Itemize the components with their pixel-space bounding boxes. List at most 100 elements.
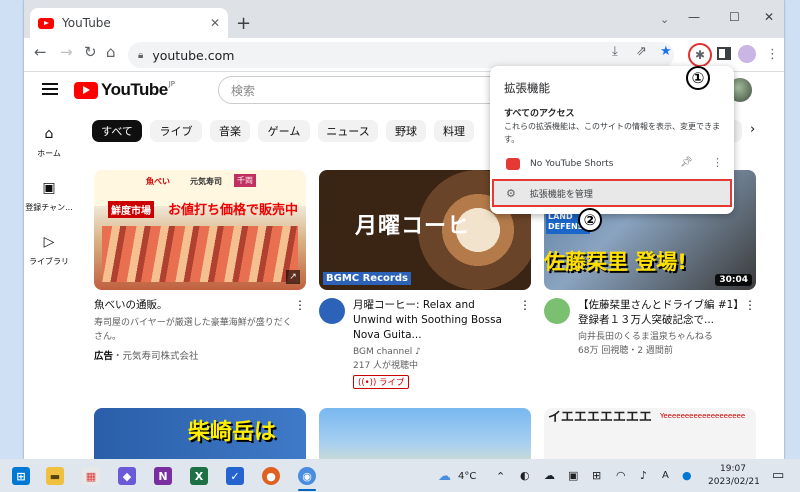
- hamburger-menu-icon[interactable]: [42, 83, 58, 95]
- notification-icon[interactable]: ▭: [772, 468, 784, 483]
- video-card-row2-1[interactable]: 柴崎岳は: [94, 408, 306, 459]
- chrome-icon[interactable]: ◉: [298, 467, 316, 485]
- channel-name[interactable]: BGM channel ♪: [353, 345, 513, 359]
- bookmark-star-icon[interactable]: ★: [660, 44, 672, 59]
- reload-icon[interactable]: ↻: [84, 45, 97, 60]
- weather-temp[interactable]: 4°C: [458, 471, 476, 482]
- chevron-up-icon[interactable]: ⌃: [496, 470, 505, 483]
- weather-icon[interactable]: ☁: [438, 469, 451, 484]
- chip-baseball[interactable]: 野球: [386, 120, 426, 142]
- todo-icon[interactable]: ✓: [226, 467, 244, 485]
- tab-search-icon[interactable]: ⌄: [660, 13, 669, 26]
- tray-photos-icon[interactable]: ▣: [568, 469, 578, 482]
- video-menu-icon[interactable]: ⋮: [294, 298, 306, 312]
- address-bar[interactable]: 🔒︎ youtube.com: [128, 42, 674, 68]
- excel-icon[interactable]: X: [190, 467, 208, 485]
- thumb-title: イエエエエエエエ: [548, 410, 652, 425]
- thumbnail[interactable]: 魚べい 元気寿司 千両 鮮度市場 お値打ち価格で販売中 ↗: [94, 170, 306, 290]
- library-icon: ▷: [43, 234, 55, 250]
- chip-all[interactable]: すべて: [92, 120, 142, 142]
- profile-avatar[interactable]: [738, 45, 756, 63]
- tray-windows-icon[interactable]: ⊞: [592, 469, 601, 482]
- maximize-icon[interactable]: ☐: [729, 10, 740, 24]
- seafood-image: [102, 226, 298, 282]
- channel-name[interactable]: 向井長田のくるま温泉ちゃんねる: [578, 330, 742, 344]
- window-close-icon[interactable]: ✕: [764, 10, 774, 24]
- side-panel-icon[interactable]: [717, 47, 731, 60]
- video-title[interactable]: 魚べいの通販。: [94, 298, 306, 313]
- firefox-icon[interactable]: ●: [262, 467, 280, 485]
- home-icon[interactable]: ⌂: [106, 45, 116, 60]
- search-input[interactable]: 検索: [218, 76, 508, 104]
- install-app-icon[interactable]: ⤓: [612, 44, 618, 59]
- chip-gaming[interactable]: ゲーム: [258, 120, 310, 142]
- extension-row[interactable]: No YouTube Shorts 📌︎ ⋮: [490, 154, 734, 176]
- copilot-icon[interactable]: ◆: [118, 467, 136, 485]
- channel-avatar[interactable]: [544, 298, 570, 324]
- wifi-icon[interactable]: ◠: [616, 469, 626, 482]
- lock-icon: 🔒︎: [138, 49, 144, 61]
- thumb-title: 佐藤栞里 登場!: [544, 250, 687, 274]
- thumbnail[interactable]: [319, 408, 531, 459]
- ad-description: 寿司屋のバイヤーが厳選した豪華海鮮が盛りだくさん。: [94, 318, 292, 342]
- forward-icon[interactable]: →: [60, 45, 73, 60]
- pin-icon[interactable]: 📌︎: [680, 157, 693, 168]
- channel-avatar[interactable]: [319, 298, 345, 324]
- extension-name[interactable]: No YouTube Shorts: [530, 159, 613, 169]
- minimize-icon[interactable]: —: [688, 10, 700, 24]
- share-icon[interactable]: ⇗: [636, 44, 647, 59]
- duration-badge: 30:04: [715, 274, 752, 286]
- clock-time[interactable]: 19:07: [720, 464, 746, 474]
- thumb-title: 柴崎岳は: [188, 420, 277, 445]
- video-card-ad[interactable]: 魚べい 元気寿司 千両 鮮度市場 お値打ち価格で販売中 ↗ 魚べいの通販。 寿司…: [94, 170, 306, 380]
- browser-menu-icon[interactable]: ⋮: [766, 47, 779, 62]
- volume-icon[interactable]: ♪: [640, 469, 647, 482]
- ime-indicator[interactable]: A: [662, 470, 669, 481]
- home-icon: ⌂: [44, 126, 54, 142]
- video-title[interactable]: 月曜コーヒー: Relax and Unwind with Soothing B…: [353, 298, 513, 343]
- store-icon[interactable]: ▦: [82, 467, 100, 485]
- manage-extensions-button[interactable]: ⚙ 拡張機能を管理: [492, 179, 732, 207]
- thumbnail[interactable]: 柴崎岳は: [94, 408, 306, 459]
- onedrive-icon[interactable]: ☁: [544, 469, 555, 482]
- rail-item-library[interactable]: ▷ ライブラリ: [24, 234, 74, 267]
- extension-menu-icon[interactable]: ⋮: [712, 156, 723, 169]
- video-card-row2-2[interactable]: [319, 408, 531, 459]
- viewer-count: 217 人が視聴中: [353, 361, 419, 371]
- gear-icon: ⚙: [506, 186, 516, 200]
- extensions-puzzle-icon[interactable]: ✱: [688, 43, 712, 67]
- browser-window: YouTube ✕ + ⌄ — ☐ ✕ ← → ↻ ⌂ 🔒︎ youtube.c…: [24, 0, 784, 459]
- external-link-icon[interactable]: ↗: [286, 270, 300, 284]
- tab-close-icon[interactable]: ✕: [210, 16, 220, 30]
- onenote-icon[interactable]: N: [154, 467, 172, 485]
- rail-item-home[interactable]: ⌂ ホーム: [24, 126, 74, 159]
- video-menu-icon[interactable]: ⋮: [744, 298, 756, 312]
- video-card-row2-3[interactable]: イエエエエエエエ Yeeeeeeeeeeeeeeeeeee: [544, 408, 756, 459]
- rail-label: ホーム: [37, 149, 61, 158]
- file-explorer-icon[interactable]: ▬: [46, 467, 64, 485]
- chevron-right-icon[interactable]: ›: [750, 122, 755, 137]
- ad-badge: 広告: [94, 351, 114, 362]
- back-icon[interactable]: ←: [34, 45, 47, 60]
- rail-item-subscriptions[interactable]: ▣ 登録チャン...: [24, 180, 74, 213]
- tab-youtube[interactable]: YouTube ✕: [30, 8, 228, 38]
- edge-tray-icon[interactable]: ●: [682, 469, 692, 482]
- video-info: 魚べいの通販。 寿司屋のバイヤーが厳選した豪華海鮮が盛りだくさん。 広告・元気寿…: [94, 298, 306, 362]
- thumb-tag: 鮮度市場: [108, 201, 154, 218]
- video-title[interactable]: 【佐藤栞里さんとドライブ編 #1】登録者１３万人突破記念で...: [578, 298, 742, 328]
- start-icon[interactable]: ⊞: [12, 467, 30, 485]
- video-menu-icon[interactable]: ⋮: [519, 298, 531, 312]
- chip-music[interactable]: 音楽: [210, 120, 250, 142]
- thumbnail[interactable]: イエエエエエエエ Yeeeeeeeeeeeeeeeeeee: [544, 408, 756, 459]
- youtube-logo[interactable]: YouTube JP: [74, 80, 175, 100]
- new-tab-button[interactable]: +: [236, 15, 251, 33]
- chip-cooking[interactable]: 料理: [434, 120, 474, 142]
- manage-extensions-label: 拡張機能を管理: [529, 189, 593, 200]
- thumb-headline: お値打ち価格で販売中: [168, 203, 299, 218]
- clock-date[interactable]: 2023/02/21: [708, 477, 760, 487]
- chip-live[interactable]: ライブ: [150, 120, 202, 142]
- advertiser: ・元気寿司株式会社: [113, 351, 199, 362]
- chip-news[interactable]: ニュース: [318, 120, 378, 142]
- live-badge: ((•)) ライブ: [353, 375, 410, 389]
- tray-app-icon[interactable]: ◐: [520, 469, 530, 482]
